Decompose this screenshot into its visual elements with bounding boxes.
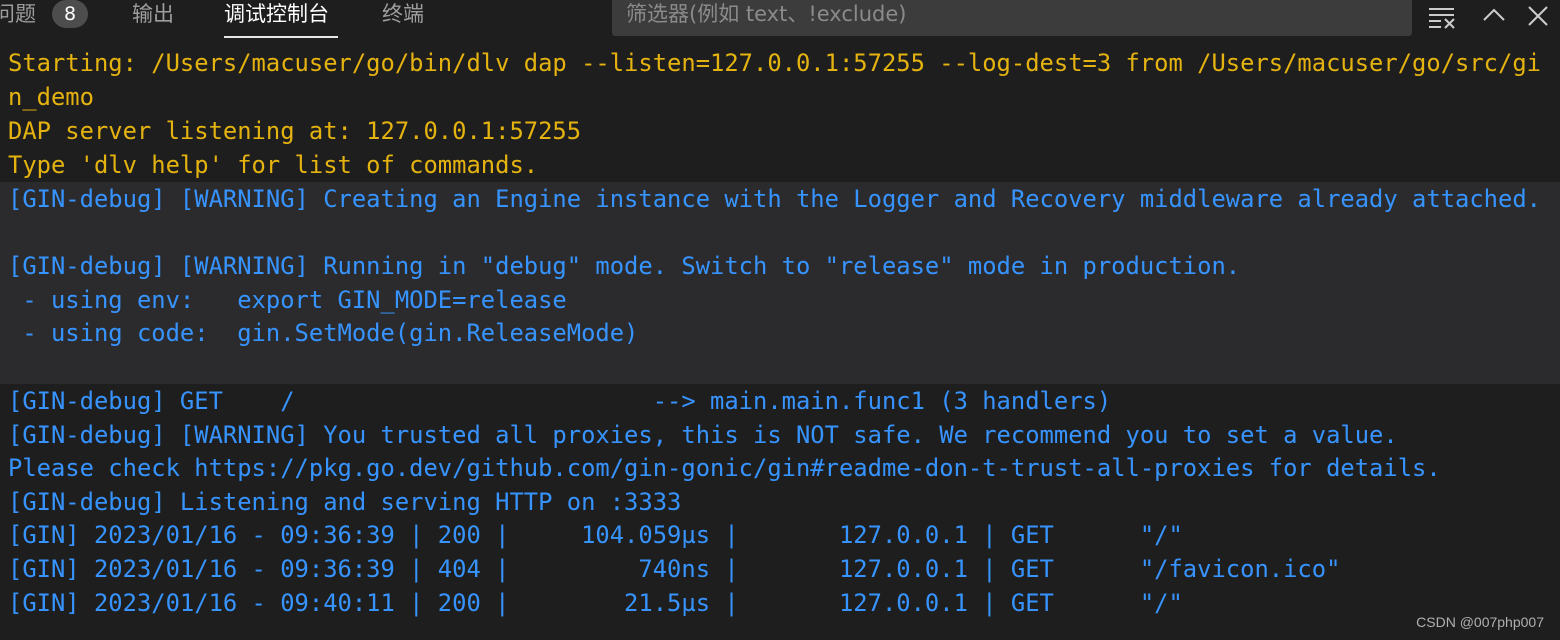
tab-terminal-label: 终端 [382, 2, 424, 26]
console-filter-input[interactable]: 筛选器(例如 text、!exclude) [612, 0, 1412, 36]
tab-problems[interactable]: 问题 [0, 0, 36, 28]
close-icon[interactable] [1524, 2, 1552, 30]
console-line: [GIN-debug] [WARNING] Creating an Engine… [8, 185, 1541, 213]
tab-output-label: 输出 [132, 2, 174, 26]
console-line: Please check https://pkg.go.dev/github.c… [8, 454, 1441, 482]
console-line: Type 'dlv help' for list of commands. [8, 151, 539, 179]
console-line: [GIN-debug] Listening and serving HTTP o… [8, 488, 682, 516]
console-line: n_demo [8, 83, 94, 111]
console-line: DAP server listening at: 127.0.0.1:57255 [8, 117, 582, 145]
console-line: - using code: gin.SetMode(gin.ReleaseMod… [8, 319, 639, 347]
problems-count-badge: 8 [52, 0, 88, 28]
debug-console-output[interactable]: Starting: /Users/macuser/go/bin/dlv dap … [0, 46, 1560, 640]
active-tab-indicator [224, 36, 338, 38]
panel-header: 问题 8 输出 调试控制台 终端 筛选器(例如 text、!exclude) [0, 0, 1560, 42]
console-line: [GIN] 2023/01/16 - 09:36:39 | 404 | 740n… [8, 555, 1341, 583]
console-line: [GIN-debug] [WARNING] Running in "debug"… [8, 252, 1241, 280]
console-line: [GIN] 2023/01/16 - 09:36:39 | 200 | 104.… [8, 521, 1183, 549]
tab-terminal[interactable]: 终端 [382, 0, 424, 28]
console-line: - using env: export GIN_MODE=release [8, 286, 567, 314]
tab-debug-console-label: 调试控制台 [224, 2, 329, 26]
console-line: [GIN] 2023/01/16 - 09:40:11 | 200 | 21.5… [8, 589, 1183, 617]
tab-problems-label: 问题 [0, 2, 36, 26]
tab-output[interactable]: 输出 [132, 0, 174, 28]
console-line: Starting: /Users/macuser/go/bin/dlv dap … [8, 49, 1541, 77]
clear-console-icon[interactable] [1428, 2, 1456, 30]
console-line: [GIN-debug] GET / --> main.main.func1 (3… [8, 387, 1112, 415]
chevron-up-icon[interactable] [1480, 2, 1508, 30]
console-line: [GIN-debug] [WARNING] You trusted all pr… [8, 421, 1398, 449]
filter-placeholder: 筛选器(例如 text、!exclude) [626, 2, 907, 26]
tab-debug-console[interactable]: 调试控制台 [224, 0, 329, 28]
watermark: CSDN @007php007 [1416, 614, 1544, 630]
